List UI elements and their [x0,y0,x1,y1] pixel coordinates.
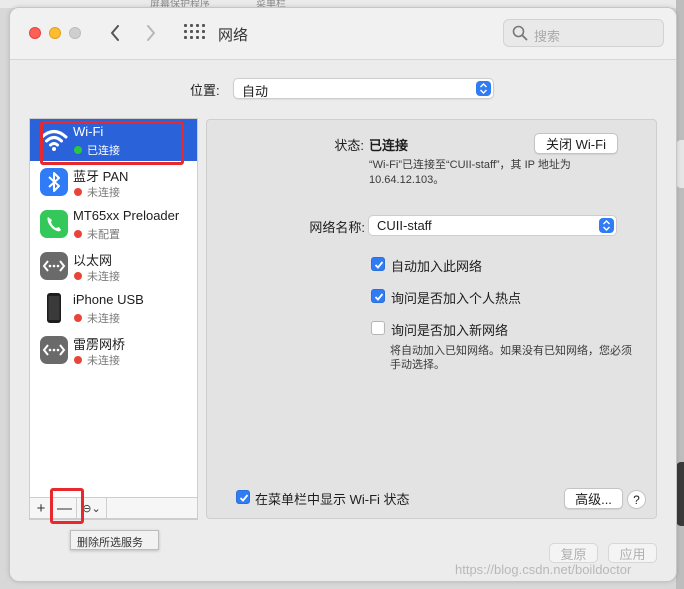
iphone-icon [38,292,70,324]
thunderbolt-bridge-icon [38,334,70,366]
zoom-window-button[interactable] [69,27,81,39]
network-preferences-window: 网络 搜索 位置: 自动 Wi-Fi 已连接 蓝牙 PAN 未连接 MT65xx… [9,7,677,582]
status-description-line2: 10.64.12.103。 [369,174,445,186]
toolbar: 网络 搜索 [10,8,676,60]
window-title: 网络 [218,27,249,44]
service-name: 以太网 [73,253,113,268]
status-value: 已连接 [369,138,409,153]
background-window-edge [676,0,684,589]
status-dot [74,230,82,238]
toggle-wifi-button[interactable]: 关闭 Wi-Fi [534,133,618,154]
watermark: https://blog.csdn.net/boildoctor [455,562,632,577]
show-in-menubar-label: 在菜单栏中显示 Wi-Fi 状态 [255,492,410,507]
service-name: iPhone USB [73,292,144,307]
wifi-detail-panel: 状态: 已连接 关闭 Wi-Fi “Wi-Fi”已连接至“CUII-staff”… [206,119,657,519]
service-status: 未连接 [87,313,120,325]
ethernet-icon [38,250,70,282]
network-name-label: 网络名称: [309,220,365,235]
annotation-highlight-remove [50,488,84,524]
service-item-ethernet[interactable]: 以太网 未连接 [30,245,197,287]
chevron-right-icon [147,25,155,41]
location-select[interactable]: 自动 [233,78,494,99]
search-field[interactable]: 搜索 [503,19,664,47]
status-description-line1: “Wi-Fi”已连接至“CUII-staff”，其 IP 地址为 [369,159,571,171]
checkmark-icon [239,494,249,502]
auto-join-checkbox[interactable] [371,257,385,271]
remove-service-tooltip: 删除所选服务 [70,530,159,550]
chevron-left-icon [111,25,119,41]
service-item-bluetooth-pan[interactable]: 蓝牙 PAN 未连接 [30,161,197,203]
service-item-thunderbolt-bridge[interactable]: 雷雳网桥 未连接 [30,329,197,371]
service-status: 未连接 [87,187,120,199]
service-item-iphone-usb[interactable]: iPhone USB 未连接 [30,287,197,329]
status-dot [74,188,82,196]
location-label: 位置: [190,83,220,98]
checkmark-icon [374,293,384,301]
annotation-highlight-wifi [40,121,184,165]
back-button[interactable] [104,21,126,45]
service-status: 未配置 [87,229,120,241]
ask-hotspot-checkbox[interactable] [371,289,385,303]
service-name: 蓝牙 PAN [73,169,129,184]
forward-button[interactable] [140,21,162,45]
service-status: 未连接 [87,271,120,283]
ask-hotspot-label: 询问是否加入个人热点 [391,291,522,306]
advanced-button[interactable]: 高级... [564,488,623,509]
status-dot [74,356,82,364]
search-icon [512,25,528,44]
bluetooth-icon [38,166,70,198]
checkmark-icon [374,261,384,269]
service-item-mt65xx-preloader[interactable]: MT65xx Preloader 未配置 [30,203,197,245]
service-list: Wi-Fi 已连接 蓝牙 PAN 未连接 MT65xx Preloader 未配… [29,118,198,520]
auto-join-label: 自动加入此网络 [391,259,483,274]
close-window-button[interactable] [29,27,41,39]
phone-call-icon [38,208,70,240]
ask-new-network-label: 询问是否加入新网络 [391,323,509,338]
status-dot [74,314,82,322]
help-button[interactable]: ? [627,490,646,509]
show-in-menubar-checkbox[interactable] [236,490,250,504]
minimize-window-button[interactable] [49,27,61,39]
ask-new-network-checkbox[interactable] [371,321,385,335]
apply-button[interactable]: 应用 [608,543,657,563]
service-status: 未连接 [87,355,120,367]
location-value: 自动 [242,84,269,99]
search-placeholder: 搜索 [534,29,561,44]
network-name-value: CUII-staff [377,218,432,233]
updown-chevron-icon [476,81,491,96]
service-name: 雷雳网桥 [73,337,126,352]
service-name: MT65xx Preloader [73,208,180,223]
status-dot [74,272,82,280]
ask-description-line2: 手动选择。 [390,359,445,371]
network-name-select[interactable]: CUII-staff [368,215,617,236]
updown-chevron-icon [599,218,614,233]
ask-description-line1: 将自动加入已知网络。如果没有已知网络，您必须 [390,345,632,357]
revert-button[interactable]: 复原 [549,543,598,563]
status-label: 状态: [334,138,364,153]
show-all-button[interactable] [184,24,205,42]
